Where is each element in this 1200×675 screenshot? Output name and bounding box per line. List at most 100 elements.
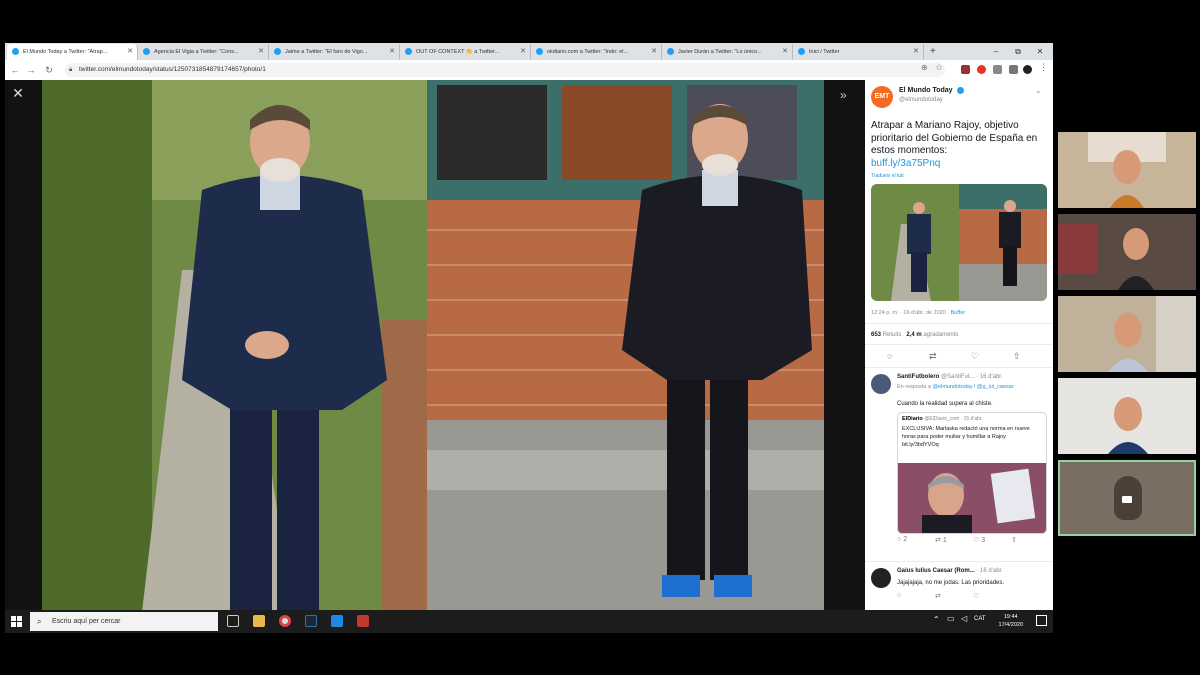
like-count: 2,4 m [906,332,922,338]
close-tab-icon[interactable]: ✕ [127,44,133,60]
reply-tweet[interactable]: Gaius Iulius Caesar (Rom... · 16 d'abr. … [865,562,1053,612]
task-view-icon[interactable] [227,615,239,627]
reply-icon[interactable]: ○ 2 [897,536,907,543]
maximize-button[interactable]: ⧉ [1007,43,1029,60]
tweet-source[interactable]: Buffer [951,310,966,316]
recording-app-icon[interactable] [357,615,369,627]
quote-text: EXCLUSIVA: Marlaska redactó una norma en… [902,426,1030,448]
extension-icon[interactable] [993,65,1002,74]
close-tab-icon[interactable]: ✕ [913,44,919,60]
retweet-count: 653 [871,332,882,338]
forward-icon[interactable]: → [25,63,37,77]
like-icon[interactable]: ♡ [971,351,979,362]
tab-javier-duran[interactable]: Javier Durán a Twitter: "Lo único... ✕ [662,44,793,60]
participant-video-4[interactable] [1058,378,1196,454]
tab-jaime[interactable]: Jaime a Twitter: "El faro de Vigo... ✕ [269,44,400,60]
tab-label: okdiario.com a Twitter: "Indo: el... [547,49,629,55]
share-icon[interactable]: ⇧ [1013,351,1021,362]
close-tab-icon[interactable]: ✕ [389,44,395,60]
tab-elmundotoday[interactable]: El Mundo Today a Twitter: "Atrap... ✕ [7,44,138,60]
bookmark-star-icon[interactable]: ☆ [935,62,943,73]
close-tab-icon[interactable]: ✕ [651,44,657,60]
tweet-media-thumbnail[interactable] [871,184,1047,301]
windows-logo [11,616,22,627]
expand-panel-icon[interactable]: » [840,88,847,102]
close-tab-icon[interactable]: ✕ [520,44,526,60]
reply-text: Jajajajaja, no me jodas. Las prioridades… [897,580,1005,586]
steam-icon[interactable] [305,615,317,627]
windows-start-icon[interactable] [11,615,23,627]
back-icon[interactable]: ← [9,63,21,77]
app-icon[interactable] [331,615,343,627]
tweet-handle[interactable]: @elmundotoday [899,97,943,103]
tweet-link[interactable]: buff.ly/3a75Pnq [871,158,940,171]
reply-author[interactable]: SantiFutbolero [897,374,939,380]
tab-agencia-elvigia[interactable]: Agencia El Vigia a Twitter: "Cons... ✕ [138,44,269,60]
taskbar-search-input[interactable]: ⌕ Escriu aquí per cercar [30,612,218,631]
address-bar: ← → ↻ 🔒︎ twitter.com/elmundotoday/status… [5,60,1053,81]
new-tab-button[interactable]: + [930,43,936,60]
tab-label: Agencia El Vigia a Twitter: "Cons... [154,49,239,55]
close-tab-icon[interactable]: ✕ [782,44,788,60]
reply-date: · 16 d'abr. [976,374,1003,380]
like-icon[interactable]: ♡ [973,592,979,600]
close-tab-icon[interactable]: ✕ [258,44,264,60]
likes-label[interactable]: agradaments [923,332,958,338]
file-explorer-icon[interactable] [253,615,265,627]
like-icon[interactable]: ♡ 3 [973,536,985,544]
participant-video-5-active[interactable] [1058,460,1196,536]
language-indicator[interactable]: CAT [974,616,986,622]
quote-header: ElDiario @ElDiario_com · 15 d'abr. [902,416,983,422]
tab-out-of-context[interactable]: OUT OF CONTEXT 👏 a Twitter... ✕ [400,44,531,60]
chevron-down-icon[interactable]: ⌄ [1035,86,1042,95]
retweet-icon[interactable]: ⇄ [935,592,941,600]
adblock-icon[interactable] [977,65,986,74]
participant-video-3[interactable] [1058,296,1196,372]
twitter-icon [536,48,543,55]
thumbnail-image [871,184,1047,301]
notifications-icon[interactable] [1036,615,1047,626]
reply-to-handles[interactable]: @elmundotoday i @g_iul_caesar [932,384,1013,390]
reply-header: Gaius Iulius Caesar (Rom... · 16 d'abr. [897,568,1003,574]
reload-icon[interactable]: ↻ [43,63,55,77]
tab-okdiario[interactable]: okdiario.com a Twitter: "Indo: el... ✕ [531,44,662,60]
tab-label: Javier Durán a Twitter: "Lo único... [678,49,762,55]
chevron-up-icon[interactable]: ⌃ [933,615,940,624]
reply-icon[interactable]: ○ [887,351,892,361]
extension-icon[interactable] [961,65,970,74]
quoted-tweet[interactable]: ElDiario @ElDiario_com · 15 d'abr. EXCLU… [897,412,1047,534]
participant-video-1[interactable] [1058,132,1196,208]
tweet-stats: 653 Retuits 2,4 m agradaments [871,332,958,338]
tab-inici-twitter[interactable]: Inici / Twitter ✕ [793,44,924,60]
chrome-icon[interactable] [279,615,291,627]
tweet-author[interactable]: El Mundo Today [899,87,953,94]
twitter-icon [798,48,805,55]
reply-tweet[interactable]: SantiFutbolero @SantiFut... · 16 d'abr. … [865,368,1053,558]
author-avatar[interactable]: EMT [871,86,893,108]
participant-video-2[interactable] [1058,214,1196,290]
close-window-button[interactable]: ✕ [1029,43,1051,60]
retweets-label[interactable]: Retuits [883,332,902,338]
menu-icon[interactable]: ⋮ [1039,62,1048,73]
zoom-icon[interactable]: ⊕ [921,63,928,72]
minimize-button[interactable]: – [985,43,1007,60]
taskbar-clock[interactable]: 19:44 17/4/2020 [999,613,1023,629]
reply-avatar[interactable] [871,374,891,394]
like-count: 3 [981,537,986,544]
extension-icon[interactable] [1009,65,1018,74]
retweet-icon[interactable]: ⇄ [929,351,937,362]
reply-author[interactable]: Gaius Iulius Caesar (Rom... [897,568,975,574]
reply-icon[interactable]: ○ [897,592,901,599]
translate-link[interactable]: Tradueix el tuit [871,173,904,179]
url-field[interactable]: 🔒︎ twitter.com/elmundotoday/status/12507… [65,63,945,77]
volume-icon[interactable]: ◁ [961,614,967,623]
close-viewer-button[interactable]: ✕ [9,84,27,102]
reply-avatar[interactable] [871,568,891,588]
profile-avatar[interactable] [1023,65,1032,74]
browser-window: El Mundo Today a Twitter: "Atrap... ✕ Ag… [5,43,1053,633]
network-icon[interactable]: ▭ [947,614,955,623]
tweet-text: Atrapar a Mariano Rajoy, objetivo priori… [871,120,1038,156]
tweet-photo[interactable] [42,80,824,612]
share-icon[interactable]: ⇧ [1011,536,1017,544]
retweet-icon[interactable]: ⇄ 1 [935,536,947,544]
